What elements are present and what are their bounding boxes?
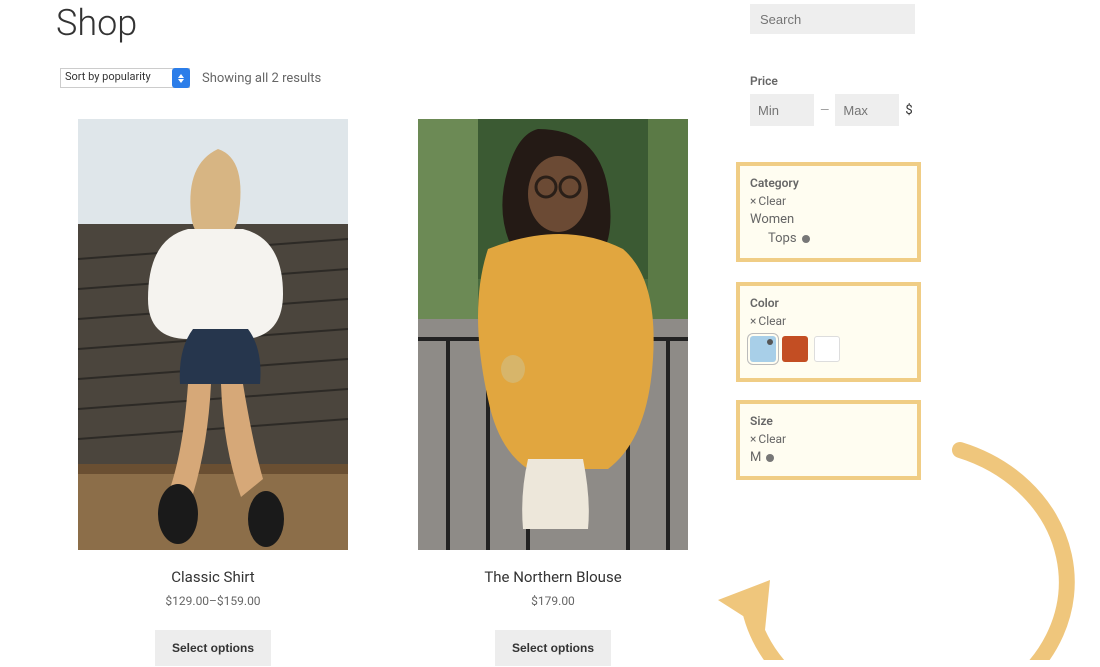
filter-color-box: Color ×Clear — [736, 282, 921, 382]
price-max-input[interactable] — [835, 94, 899, 126]
clear-category-link[interactable]: ×Clear — [750, 194, 909, 208]
category-item-women[interactable]: Women — [750, 212, 909, 227]
sort-select-value: Sort by popularity — [65, 70, 151, 83]
close-icon: × — [750, 314, 756, 328]
search-input[interactable] — [750, 4, 915, 34]
product-title: The Northern Blouse — [484, 568, 621, 586]
color-swatches — [750, 336, 909, 362]
sidebar: Price — $ — [750, 4, 920, 126]
size-item-m[interactable]: M — [750, 450, 909, 465]
clear-label: Clear — [758, 314, 786, 328]
color-swatch-blue[interactable] — [750, 336, 776, 362]
product-image — [78, 119, 348, 550]
price-row: — $ — [750, 94, 920, 126]
currency-label: $ — [905, 103, 912, 118]
clear-label: Clear — [758, 194, 786, 208]
selected-dot-icon — [802, 235, 810, 243]
filter-title: Color — [750, 296, 909, 310]
price-dash: — — [820, 103, 829, 117]
select-options-button[interactable]: Select options — [155, 630, 271, 666]
price-min-input[interactable] — [750, 94, 814, 126]
page-title: Shop — [56, 2, 137, 44]
selected-dot-icon — [767, 339, 773, 345]
product-price: $129.00–$159.00 — [165, 594, 260, 608]
price-filter-label: Price — [750, 74, 920, 88]
filter-title: Size — [750, 414, 909, 428]
filter-category-box: Category ×Clear Women Tops — [736, 162, 921, 262]
color-swatch-red[interactable] — [782, 336, 808, 362]
product-card[interactable]: The Northern Blouse $179.00 Select optio… — [418, 119, 688, 666]
clear-label: Clear — [758, 432, 786, 446]
size-label: M — [750, 450, 761, 465]
select-arrows-icon — [172, 68, 190, 88]
clear-color-link[interactable]: ×Clear — [750, 314, 909, 328]
filter-title: Category — [750, 176, 909, 190]
color-swatch-white[interactable] — [814, 336, 840, 362]
product-image — [418, 119, 688, 550]
product-card[interactable]: Classic Shirt $129.00–$159.00 Select opt… — [78, 119, 348, 666]
selected-dot-icon — [766, 454, 774, 462]
filter-size-box: Size ×Clear M — [736, 400, 921, 480]
sort-select[interactable]: Sort by popularity — [60, 68, 190, 88]
category-sub-item-tops[interactable]: Tops — [750, 231, 909, 246]
clear-size-link[interactable]: ×Clear — [750, 432, 909, 446]
select-options-button[interactable]: Select options — [495, 630, 611, 666]
product-title: Classic Shirt — [171, 568, 254, 586]
sort-row: Sort by popularity Showing all 2 results — [60, 68, 321, 88]
close-icon: × — [750, 432, 756, 446]
close-icon: × — [750, 194, 756, 208]
product-grid: Classic Shirt $129.00–$159.00 Select opt… — [78, 119, 688, 666]
result-count: Showing all 2 results — [202, 71, 321, 86]
category-sub-label: Tops — [768, 231, 797, 246]
product-price: $179.00 — [531, 594, 575, 608]
